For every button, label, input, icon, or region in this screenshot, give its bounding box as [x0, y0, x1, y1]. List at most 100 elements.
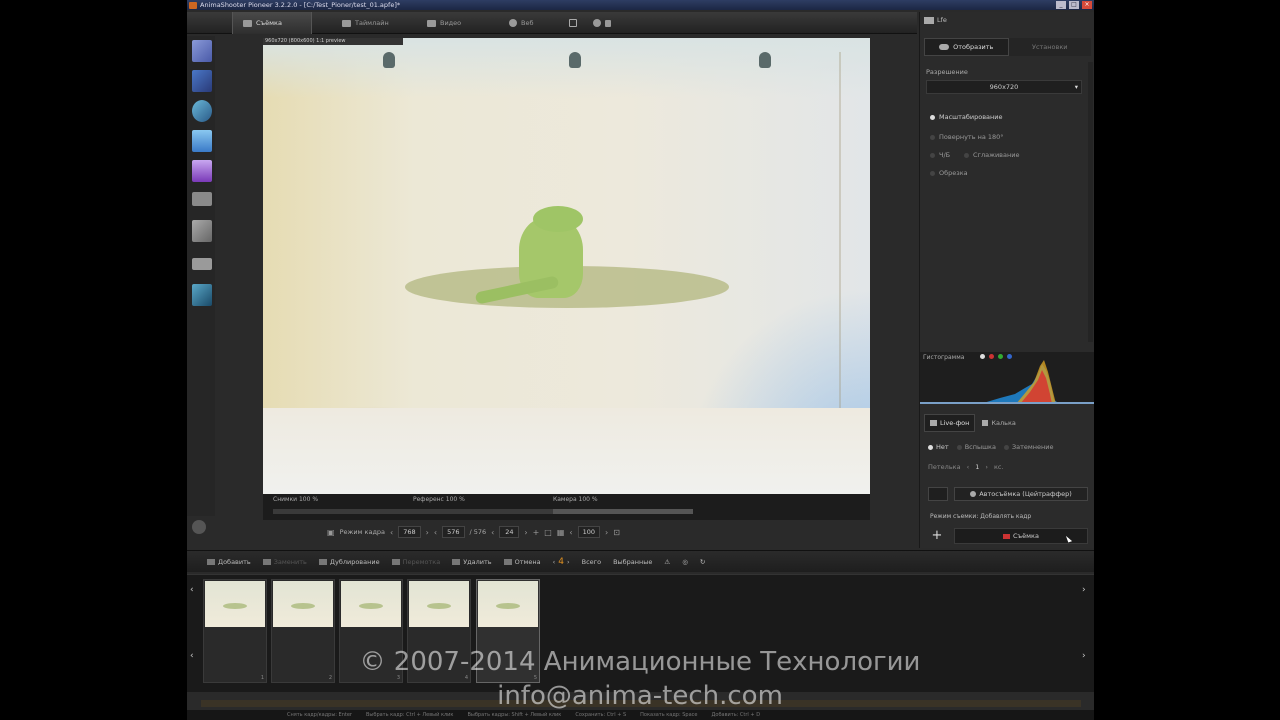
rotate-option[interactable]: Повернуть на 180° — [930, 133, 1004, 141]
all-frames-button[interactable]: Всего — [582, 558, 601, 566]
pin — [383, 52, 395, 68]
radio-none[interactable]: Нет — [928, 443, 949, 451]
rewind-icon — [391, 558, 400, 565]
globe-icon — [509, 19, 517, 27]
chevron-right-icon[interactable]: › — [1082, 585, 1086, 595]
crop-option[interactable]: Обрезка — [930, 169, 968, 177]
book-blue-icon[interactable] — [192, 284, 212, 306]
camera-icon — [924, 16, 934, 24]
window-controls: _ □ × — [1056, 1, 1094, 9]
settings-button[interactable] — [583, 12, 621, 34]
smooth-option[interactable]: Сглаживание — [964, 151, 1019, 159]
tab-display[interactable]: Отобразить — [924, 38, 1009, 56]
chevron-right-icon[interactable]: › — [524, 528, 527, 537]
replace-button[interactable]: Заменить — [262, 558, 307, 566]
tab-liveview[interactable]: Live-фон — [924, 414, 976, 432]
tab-video[interactable]: Видео — [417, 12, 471, 34]
tab-tracing[interactable]: Калька — [977, 414, 1021, 432]
undo-button[interactable]: Отмена — [503, 558, 541, 566]
chevron-right-icon[interactable]: › — [605, 528, 608, 537]
bw-option[interactable]: Ч/Б — [930, 151, 950, 159]
fit-icon[interactable]: ⊡ — [613, 528, 620, 537]
loop-control: Петелька ‹ 1 › кс. — [928, 463, 1004, 471]
chevron-right-icon[interactable]: › — [426, 528, 429, 537]
viewport-info: 960x720 (800x600) 1:1 preview — [263, 38, 403, 45]
duplicate-button[interactable]: Дублирование — [318, 558, 380, 566]
add-frame-icon[interactable]: + — [928, 528, 946, 544]
right-panel: Lfe Отобразить Установки Разрешение 960x… — [919, 12, 1094, 548]
frame-size-field[interactable]: 768 — [398, 526, 421, 538]
folder-icon[interactable] — [192, 192, 212, 206]
rewind-button[interactable]: Перемотка — [391, 558, 440, 566]
zoom-field[interactable]: 100 — [577, 526, 601, 538]
tab-timeline[interactable]: Таймлайн — [332, 12, 399, 34]
step-value[interactable]: 4 — [558, 557, 564, 567]
close-button[interactable]: × — [1082, 1, 1092, 9]
fullscreen-icon — [569, 19, 577, 27]
frame-thumbnail — [478, 581, 538, 627]
chevron-left-icon[interactable]: ‹ — [967, 463, 970, 471]
resolution-select[interactable]: 960x720 ▾ — [926, 80, 1082, 94]
email-watermark: info@anima-tech.com — [497, 681, 783, 711]
refresh-tool-icon[interactable] — [192, 100, 212, 122]
flip-icon[interactable]: ⚠ — [664, 558, 670, 566]
chevron-left-icon[interactable]: ‹ — [190, 585, 194, 595]
minimize-button[interactable]: _ — [1056, 1, 1066, 9]
display-tabs: Отобразить Установки — [924, 38, 1091, 56]
scale-option[interactable]: Масштабирование — [930, 113, 1003, 121]
position-field[interactable]: 576 — [442, 526, 465, 538]
auto-shoot-button[interactable]: Автосъёмка (Цейтраффер) — [954, 487, 1088, 501]
camera-settings-button[interactable] — [928, 487, 948, 501]
liveview-mode: Нет Вспышка Затемнение — [928, 443, 1054, 451]
selected-frames-button[interactable]: Выбранные — [613, 558, 652, 566]
undo-icon — [503, 558, 512, 565]
replace-icon — [262, 558, 271, 565]
frame-toolbar: Добавить Заменить Дублирование Перемотка… — [187, 550, 1094, 572]
chevron-right-icon[interactable]: › — [985, 463, 988, 471]
chevron-left-icon[interactable]: ‹ — [553, 558, 556, 566]
maximize-button[interactable]: □ — [1069, 1, 1079, 9]
layers-tool-icon[interactable] — [192, 130, 212, 152]
camera-header: Lfe — [924, 16, 947, 24]
onion-frames-slider[interactable]: Снимки 100 % — [273, 496, 413, 514]
loop-icon[interactable]: ↻ — [700, 558, 705, 566]
tab-shoot[interactable]: Съёмка — [232, 12, 312, 34]
frame-guide-icon[interactable]: □ — [544, 528, 552, 537]
add-button[interactable]: Добавить — [207, 558, 251, 566]
chevron-left-icon[interactable]: ‹ — [434, 528, 437, 537]
panel-scrollbar[interactable] — [1088, 62, 1093, 342]
document-icon[interactable] — [192, 220, 212, 242]
delete-button[interactable]: Удалить — [452, 558, 492, 566]
lock-icon[interactable]: ▣ — [327, 528, 335, 537]
radio-flash[interactable]: Вспышка — [956, 443, 996, 451]
onion-camera-slider[interactable]: Камера 100 % — [553, 496, 693, 514]
onion-icon[interactable]: ◎ — [682, 558, 688, 566]
chevron-right-icon[interactable]: › — [567, 558, 570, 566]
chevron-left-icon[interactable]: ‹ — [569, 528, 572, 537]
brush-tool-icon[interactable] — [192, 40, 212, 62]
import-tool-icon[interactable] — [192, 160, 212, 182]
radio-fade[interactable]: Затемнение — [1003, 443, 1054, 451]
monitor-icon — [930, 420, 937, 426]
record-icon — [1003, 533, 1011, 539]
loop-field[interactable]: 1 — [975, 463, 979, 471]
chevron-left-icon[interactable]: ‹ — [491, 528, 494, 537]
onion-reference-slider[interactable]: Референс 100 % — [413, 496, 553, 514]
gear-icon[interactable] — [192, 520, 206, 534]
histogram: Гистограмма — [920, 352, 1094, 404]
grid-icon[interactable]: ▦ — [557, 528, 565, 537]
book-tool-icon[interactable] — [192, 70, 212, 92]
title-bar: AnimaShooter Pioneer 3.2.2.0 - [C:/Test_… — [187, 0, 1094, 10]
auto-shoot-row: Автосъёмка (Цейтраффер) — [928, 486, 1088, 502]
frame-thumbnail — [205, 581, 265, 627]
camera-viewport[interactable]: 960x720 (800x600) 1:1 preview — [263, 38, 870, 494]
crosshair-icon[interactable]: + — [533, 528, 540, 537]
tab-web[interactable]: Веб — [499, 12, 543, 34]
eraser-icon[interactable] — [192, 258, 212, 270]
tab-settings[interactable]: Установки — [1008, 38, 1091, 56]
chevron-left-icon[interactable]: ‹ — [390, 528, 393, 537]
onion-skin-bar: Снимки 100 % Референс 100 % Камера 100 % — [263, 494, 870, 520]
timeline-icon — [342, 19, 351, 27]
trash-icon — [452, 558, 461, 565]
fps-field[interactable]: 24 — [499, 526, 520, 538]
